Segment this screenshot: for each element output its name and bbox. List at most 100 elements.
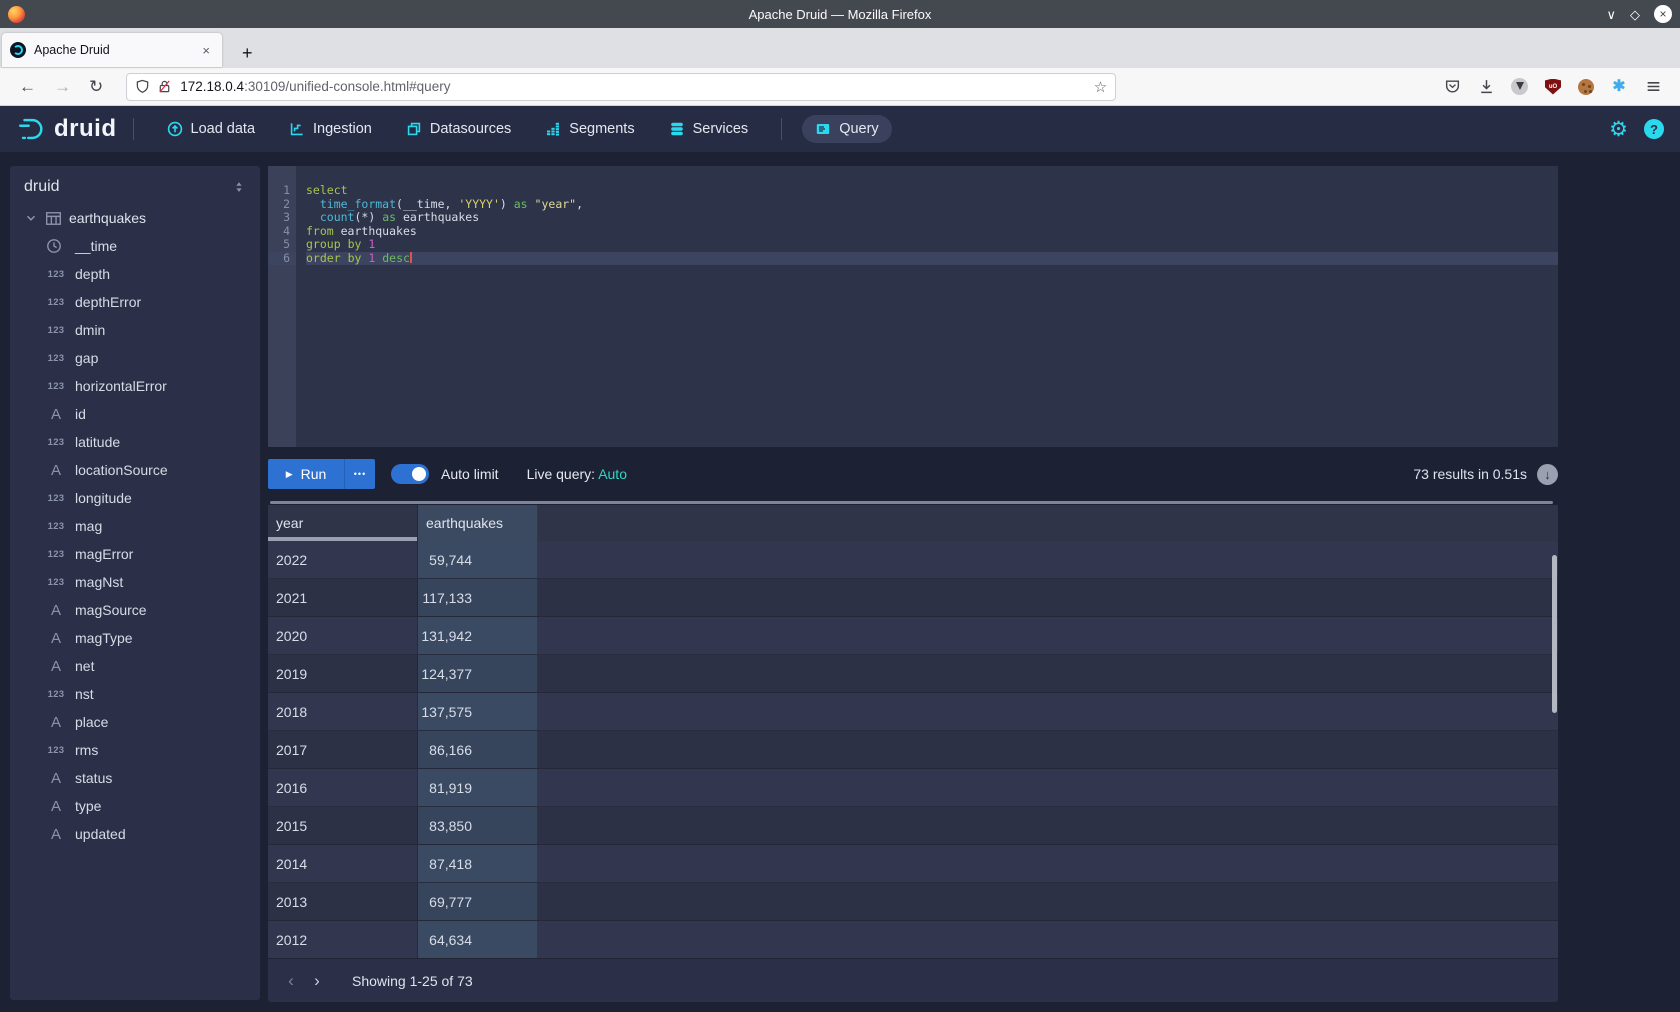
cell-earthquakes[interactable]: 124,377 (418, 655, 538, 692)
run-button[interactable]: ▶Run (268, 459, 344, 489)
sidebar-column-gap[interactable]: 123gap (10, 344, 260, 372)
vertical-scrollbar-thumb[interactable] (1552, 555, 1557, 713)
cell-earthquakes[interactable]: 87,418 (418, 845, 538, 882)
sidebar-column-depth[interactable]: 123depth (10, 260, 260, 288)
run-more-button[interactable]: ••• (344, 459, 375, 489)
cell-earthquakes[interactable]: 86,166 (418, 731, 538, 768)
sidebar-column-id[interactable]: Aid (10, 400, 260, 428)
tab-close-icon[interactable]: × (198, 41, 214, 60)
cell-earthquakes[interactable]: 64,634 (418, 921, 538, 958)
back-icon[interactable]: ← (19, 78, 36, 95)
sidebar-column-magSource[interactable]: AmagSource (10, 596, 260, 624)
column-header-earthquakes[interactable]: earthquakes (418, 505, 538, 541)
sidebar-column-net[interactable]: Anet (10, 652, 260, 680)
prev-page-button[interactable]: ‹ (278, 968, 304, 994)
sidebar-column-time[interactable]: __time (10, 232, 260, 260)
cookie-extension-icon[interactable] (1578, 79, 1594, 95)
cell-year[interactable]: 2017 (268, 731, 418, 768)
nav-item-query[interactable]: Query (802, 115, 892, 143)
menu-hamburger-icon[interactable] (1644, 78, 1662, 96)
sidebar-column-horizontalError[interactable]: 123horizontalError (10, 372, 260, 400)
sidebar-column-depthError[interactable]: 123depthError (10, 288, 260, 316)
window-maximize-icon[interactable]: ◇ (1630, 8, 1640, 21)
nav-item-load-data[interactable]: Load data (154, 115, 269, 143)
sidebar-table-earthquakes[interactable]: earthquakes (10, 204, 260, 232)
cell-earthquakes[interactable]: 137,575 (418, 693, 538, 730)
live-query-label[interactable]: Live query: Auto (527, 466, 627, 482)
download-icon[interactable] (1477, 78, 1495, 96)
cell-earthquakes[interactable]: 131,942 (418, 617, 538, 654)
window-minimize-icon[interactable]: ∨ (1606, 8, 1616, 21)
sidebar-column-place[interactable]: Aplace (10, 708, 260, 736)
cell-year[interactable]: 2014 (268, 845, 418, 882)
sidebar-column-longitude[interactable]: 123longitude (10, 484, 260, 512)
cell-year[interactable]: 2022 (268, 541, 418, 578)
sql-line-5[interactable]: group by 1 (306, 238, 1558, 252)
cell-year[interactable]: 2021 (268, 579, 418, 616)
sidebar-column-type[interactable]: Atype (10, 792, 260, 820)
sidebar-column-magType[interactable]: AmagType (10, 624, 260, 652)
table-row: 201369,777 (268, 883, 1558, 921)
live-query-value[interactable]: Auto (598, 466, 627, 482)
extension-asterisk-icon[interactable]: ✱ (1610, 78, 1628, 96)
column-name: nst (75, 686, 94, 702)
sql-line-4[interactable]: from earthquakes (306, 225, 1558, 239)
cell-earthquakes[interactable]: 69,777 (418, 883, 538, 920)
nav-item-services[interactable]: Services (656, 115, 762, 143)
sidebar-column-latitude[interactable]: 123latitude (10, 428, 260, 456)
sql-line-1[interactable]: select (306, 184, 1558, 198)
settings-gear-icon[interactable]: ⚙ (1609, 119, 1628, 140)
download-results-icon[interactable]: ↓ (1537, 464, 1558, 485)
horizontal-scrollbar[interactable] (270, 501, 1553, 504)
nav-item-datasources[interactable]: Datasources (393, 115, 524, 143)
cell-year[interactable]: 2019 (268, 655, 418, 692)
ublock-origin-icon[interactable]: uO (1545, 79, 1561, 95)
cell-year[interactable]: 2020 (268, 617, 418, 654)
cell-earthquakes[interactable]: 59,744 (418, 541, 538, 578)
url-text[interactable]: 172.18.0.4:30109/unified-console.html#qu… (180, 79, 1094, 94)
cell-earthquakes[interactable]: 81,919 (418, 769, 538, 806)
window-close-icon[interactable]: × (1654, 5, 1672, 23)
sidebar-column-magError[interactable]: 123magError (10, 540, 260, 568)
bookmark-star-icon[interactable]: ☆ (1094, 78, 1107, 96)
new-tab-button[interactable]: + (236, 43, 259, 68)
auto-limit-toggle[interactable] (391, 464, 429, 484)
sidebar-column-locationSource[interactable]: AlocationSource (10, 456, 260, 484)
nav-item-ingestion[interactable]: Ingestion (276, 115, 385, 143)
sql-line-3[interactable]: count(*) as earthquakes (306, 211, 1558, 225)
sql-line-6[interactable]: order by 1 desc (306, 252, 1558, 266)
sidebar-column-rms[interactable]: 123rms (10, 736, 260, 764)
nav-item-segments[interactable]: Segments (532, 115, 647, 143)
cell-year[interactable]: 2013 (268, 883, 418, 920)
privacy-badger-icon[interactable] (1511, 78, 1528, 95)
sidebar-column-magNst[interactable]: 123magNst (10, 568, 260, 596)
sidebar-column-status[interactable]: Astatus (10, 764, 260, 792)
cell-year[interactable]: 2015 (268, 807, 418, 844)
column-header-year[interactable]: year (268, 505, 418, 541)
reload-icon[interactable]: ↻ (89, 78, 103, 95)
sql-editor[interactable]: 123456 select time_format(__time, 'YYYY'… (268, 166, 1558, 447)
cell-earthquakes[interactable]: 83,850 (418, 807, 538, 844)
cell-year[interactable]: 2018 (268, 693, 418, 730)
chevron-down-icon[interactable] (24, 211, 38, 225)
url-bar[interactable]: 172.18.0.4:30109/unified-console.html#qu… (126, 73, 1116, 101)
sidebar-column-nst[interactable]: 123nst (10, 680, 260, 708)
sidebar-column-mag[interactable]: 123mag (10, 512, 260, 540)
insecure-lock-icon[interactable] (157, 79, 172, 94)
cell-year[interactable]: 2012 (268, 921, 418, 958)
druid-brand[interactable]: druid (16, 114, 117, 144)
cell-earthquakes[interactable]: 117,133 (418, 579, 538, 616)
pocket-icon[interactable] (1443, 78, 1461, 96)
browser-tab-apache-druid[interactable]: Apache Druid × (2, 33, 222, 67)
help-icon[interactable]: ? (1644, 119, 1664, 139)
auto-limit-label[interactable]: Auto limit (441, 466, 499, 482)
sidebar-column-updated[interactable]: Aupdated (10, 820, 260, 848)
tracking-shield-icon[interactable] (135, 79, 150, 94)
cell-year[interactable]: 2016 (268, 769, 418, 806)
forward-icon[interactable]: → (54, 78, 71, 95)
sidebar-column-dmin[interactable]: 123dmin (10, 316, 260, 344)
next-page-button[interactable]: › (304, 968, 330, 994)
editor-code[interactable]: select time_format(__time, 'YYYY') as "y… (296, 184, 1558, 447)
sql-line-2[interactable]: time_format(__time, 'YYYY') as "year", (306, 198, 1558, 212)
sort-toggle-icon[interactable] (232, 180, 246, 194)
